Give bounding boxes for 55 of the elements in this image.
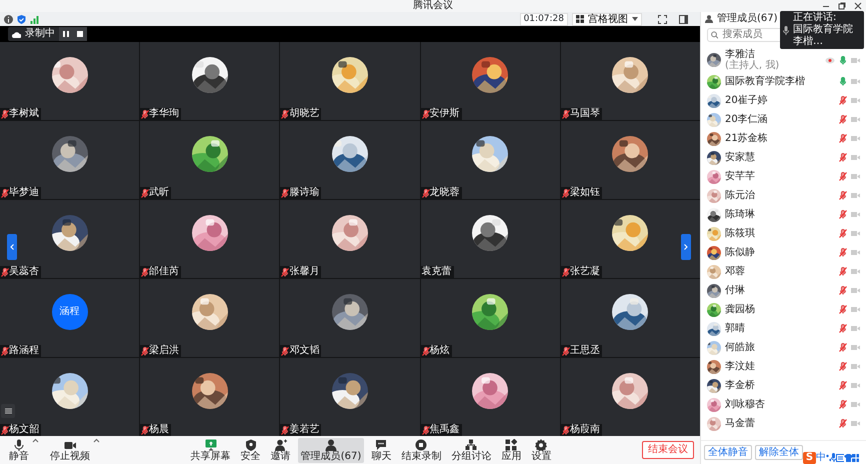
participant-label: 梁启洪 <box>140 345 182 357</box>
member-name: 国际教育学院李楷 <box>725 76 806 88</box>
member-name: 陈元治 <box>725 190 756 202</box>
member-name: 何皓旅 <box>725 342 756 354</box>
member-name: 陈琦琳 <box>725 208 756 220</box>
participant-label: 路涵程 <box>0 345 41 357</box>
participant-label: 张馨月 <box>280 266 322 278</box>
member-name: 刘咏穆杏 <box>725 398 766 410</box>
member-role: (主持人, 我) <box>725 60 780 72</box>
speaker-name: 李楷… <box>793 36 824 48</box>
member-name: 付琳 <box>725 284 746 296</box>
member-name: 安家慧 <box>725 152 756 164</box>
input-method-logo: S <box>803 452 816 464</box>
recording-indicator: 录制中 <box>8 27 59 41</box>
panel-title: 管理成员(67) <box>717 13 778 25</box>
participant-label: 毕梦迪 <box>0 187 41 199</box>
member-name: 李汶娃 <box>725 360 756 372</box>
member-name: 李金桥 <box>725 380 756 392</box>
participant-label: 袁克蕾 <box>420 266 454 278</box>
member-name: 陈筱琪 <box>725 228 756 240</box>
participant-label: 杨炫 <box>420 345 452 357</box>
participant-label: 胡晓艺 <box>280 108 322 120</box>
member-name: 李雅洁 <box>725 48 756 60</box>
participant-label: 吴蕊杏 <box>0 266 41 278</box>
participant-label: 武昕 <box>140 187 172 199</box>
member-name: 20崔子婷 <box>725 94 769 106</box>
member-name: 马金蕾 <box>725 418 756 430</box>
member-name: 21苏金栋 <box>725 132 769 144</box>
member-name: 20李仁涵 <box>725 114 769 126</box>
meeting-timer: 01:07:28 <box>520 12 568 26</box>
member-name: 龚园杨 <box>725 304 756 316</box>
participant-label: 杨文韶 <box>0 424 41 436</box>
participant-label: 王思丞 <box>560 345 602 357</box>
participant-label: 安伊斯 <box>420 108 462 120</box>
participant-label: 邰佳芮 <box>140 266 182 278</box>
speaker-name: 国际教育学院 <box>793 24 853 36</box>
speaking-label: 正在讲话: <box>793 12 838 24</box>
participant-label: 马国琴 <box>560 108 602 120</box>
participant-label: 滕诗瑜 <box>280 187 322 199</box>
member-name: 郭晴 <box>725 322 746 334</box>
participant-label: 李树斌 <box>0 108 41 120</box>
participant-label: 焦禹鑫 <box>420 424 462 436</box>
participant-label: 姜若艺 <box>280 424 322 436</box>
participant-label: 梁如钰 <box>560 187 602 199</box>
participant-label: 李华珣 <box>140 108 182 120</box>
participant-label: 邓文韬 <box>280 345 322 357</box>
member-name: 陈似静 <box>725 246 756 258</box>
participant-label: 张艺凝 <box>560 266 602 278</box>
participant-label: 杨晨 <box>140 424 172 436</box>
window-title: 腾讯会议 <box>413 0 453 12</box>
member-name: 安芊芊 <box>725 170 756 182</box>
member-name: 邓蓉 <box>725 266 746 278</box>
avatar: 涵程 <box>52 294 88 330</box>
participant-label: 杨葭南 <box>560 424 602 436</box>
participant-label: 龙晓蓉 <box>420 187 462 199</box>
